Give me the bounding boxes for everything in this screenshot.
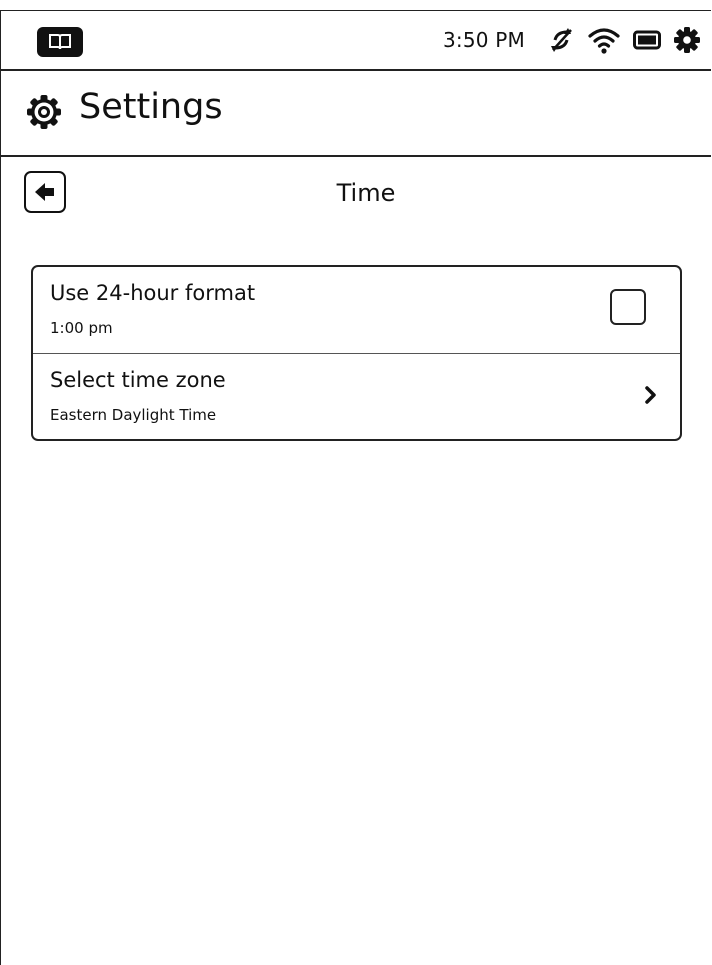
status-indicators: 3:50 PM	[443, 23, 701, 57]
status-bar: 3:50 PM	[1, 11, 711, 71]
device-screen: 3:50 PM Settings Time Use 24-hour format…	[0, 10, 711, 965]
time-subheader: Time	[1, 157, 711, 237]
settings-header: Settings	[1, 69, 711, 157]
page-title: Settings	[79, 87, 223, 127]
gear-icon	[25, 93, 63, 135]
chevron-right-icon	[644, 385, 658, 409]
setting-label: Select time zone	[50, 368, 226, 392]
status-time: 3:50 PM	[443, 28, 525, 52]
setting-label: Use 24-hour format	[50, 281, 256, 305]
quick-settings-gear-icon[interactable]	[673, 26, 701, 54]
sync-off-icon[interactable]	[547, 26, 575, 54]
book-icon	[49, 34, 71, 50]
library-button[interactable]	[37, 27, 83, 57]
setting-24-hour-format[interactable]: Use 24-hour format 1:00 pm	[33, 267, 680, 353]
section-title: Time	[336, 179, 396, 207]
time-settings-list: Use 24-hour format 1:00 pm Select time z…	[31, 265, 682, 441]
wifi-icon[interactable]	[587, 26, 621, 54]
setting-sublabel: 1:00 pm	[50, 319, 113, 337]
setting-select-time-zone[interactable]: Select time zone Eastern Daylight Time	[33, 353, 680, 439]
setting-sublabel: Eastern Daylight Time	[50, 406, 217, 424]
24-hour-format-checkbox[interactable]	[610, 289, 646, 325]
battery-icon[interactable]	[633, 29, 661, 51]
